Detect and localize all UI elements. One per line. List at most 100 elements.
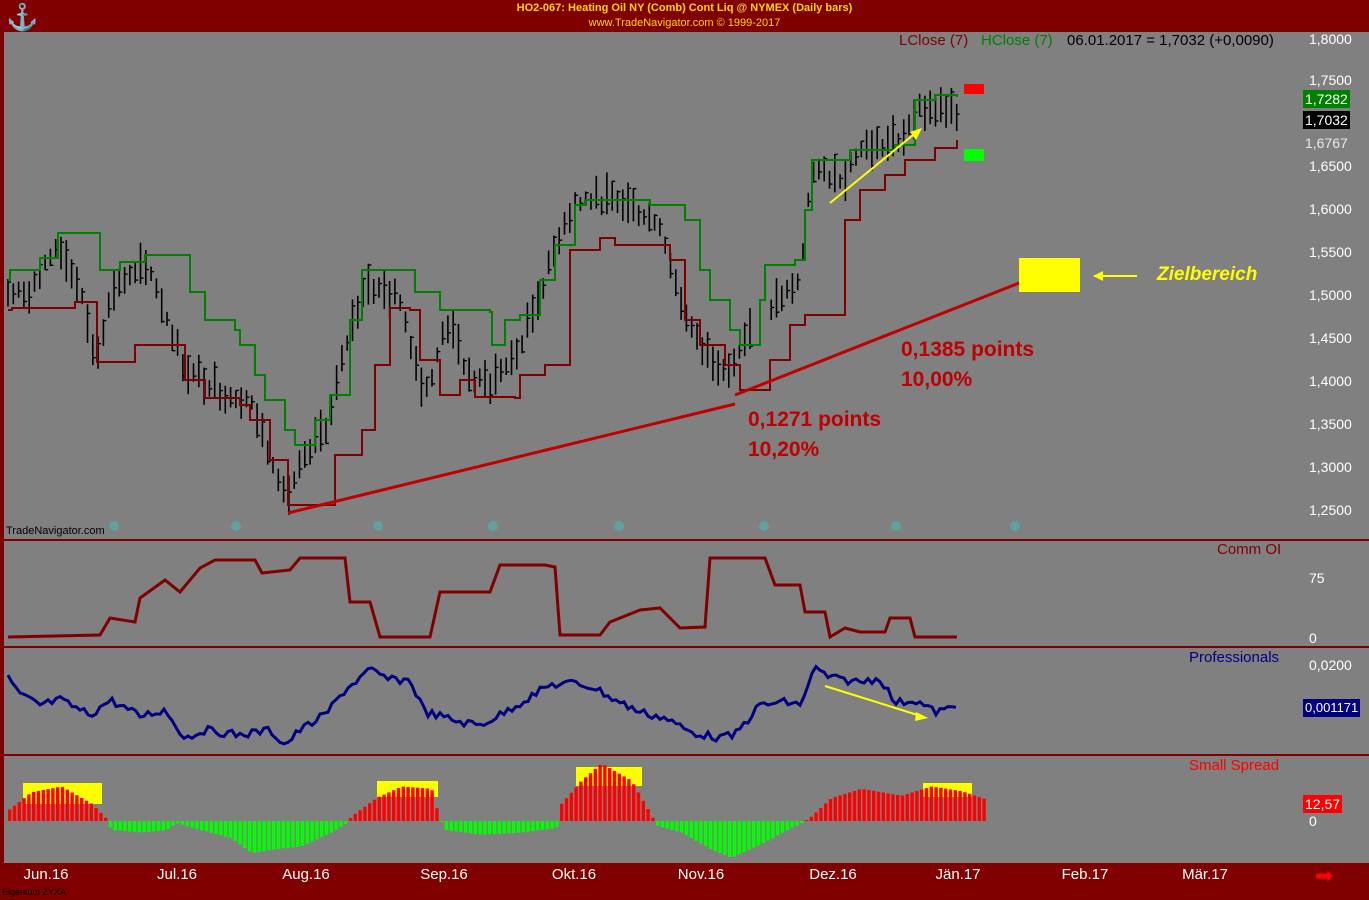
spread-bar bbox=[819, 807, 823, 821]
spread-bar bbox=[507, 821, 511, 834]
price-readout: 06.01.2017 = 1,7032 (+0,0090) bbox=[1067, 32, 1274, 49]
spread-bar bbox=[646, 809, 650, 821]
spread-bar bbox=[497, 821, 501, 834]
spread-bar bbox=[276, 821, 281, 849]
chart-window: ⚓ HO2-067: Heating Oil NY (Comb) Cont Li… bbox=[0, 0, 1369, 900]
spread-bar bbox=[526, 821, 530, 832]
spread-bar bbox=[300, 821, 305, 846]
spread-bar bbox=[195, 821, 199, 829]
spread-bar bbox=[348, 818, 353, 821]
spread-bar bbox=[968, 793, 972, 821]
spread-bar bbox=[872, 790, 876, 821]
spread-bar bbox=[704, 821, 708, 847]
spread-bar bbox=[785, 821, 789, 831]
spread-bar bbox=[670, 821, 674, 830]
prof-ytick: 0,0200 bbox=[1309, 657, 1352, 673]
ytick: 1,8000 bbox=[1309, 31, 1352, 47]
spread-bar bbox=[444, 821, 449, 830]
cycle-marker bbox=[373, 521, 383, 531]
spread-bar bbox=[752, 821, 756, 848]
spread-bar bbox=[281, 821, 285, 849]
spread-bar bbox=[372, 799, 377, 821]
lclose-value-box: 1,6767 bbox=[1303, 134, 1350, 152]
spread-bar bbox=[651, 817, 655, 821]
spread-bar bbox=[689, 821, 693, 838]
spread-bar bbox=[574, 787, 578, 821]
xtick: Sep.16 bbox=[420, 866, 468, 883]
spread-bar bbox=[137, 821, 141, 833]
spread-bar bbox=[238, 821, 242, 845]
cycle-marker bbox=[231, 521, 241, 531]
spread-bar bbox=[608, 768, 612, 821]
spread-bar bbox=[843, 794, 847, 821]
spread-bar bbox=[118, 821, 122, 831]
spread-bar bbox=[521, 821, 525, 833]
prof-label: Professionals bbox=[1189, 649, 1280, 666]
spread-bar bbox=[747, 821, 751, 850]
xtick: Jän.17 bbox=[935, 866, 981, 883]
spread-bar bbox=[944, 788, 948, 821]
spread-bar bbox=[790, 821, 794, 828]
spread-bar bbox=[464, 821, 468, 833]
spread-bar bbox=[694, 821, 698, 841]
spread-bar bbox=[603, 765, 607, 821]
ytick: 1,5000 bbox=[1309, 287, 1352, 303]
spread-bar bbox=[99, 812, 103, 821]
spread-bar bbox=[795, 821, 799, 826]
spread-bar bbox=[953, 790, 957, 821]
spread-bar bbox=[396, 788, 401, 821]
spread-bar bbox=[296, 821, 300, 847]
scroll-right-arrow-icon[interactable]: ➡ bbox=[1315, 865, 1333, 887]
spread-bar bbox=[939, 787, 943, 821]
spread-bar bbox=[257, 821, 261, 852]
spread-bar bbox=[368, 803, 372, 821]
spread-bar bbox=[598, 764, 602, 821]
spread-bar bbox=[910, 792, 914, 821]
spread-bar bbox=[334, 821, 338, 830]
spread-bar bbox=[70, 792, 74, 821]
spread-bar bbox=[728, 821, 732, 857]
annotation-pct-1: 10,20% bbox=[748, 438, 820, 461]
xtick: Aug.16 bbox=[282, 866, 330, 883]
spread-bar bbox=[814, 812, 818, 821]
spread-bar bbox=[12, 805, 17, 821]
ytick: 1,4000 bbox=[1309, 373, 1352, 389]
spread-bar bbox=[89, 803, 93, 821]
spread-bar bbox=[353, 813, 357, 821]
spread-bar bbox=[411, 787, 415, 821]
spread-bar bbox=[209, 821, 213, 833]
spread-bar bbox=[737, 821, 741, 855]
target-arrow-head bbox=[1093, 271, 1103, 281]
spread-bar bbox=[540, 821, 545, 830]
spread-bar bbox=[113, 821, 117, 831]
cycle-markers bbox=[109, 521, 1020, 531]
ytick: 1,2500 bbox=[1309, 502, 1352, 518]
spread-bar bbox=[488, 821, 492, 835]
spread-highlights bbox=[23, 767, 972, 804]
trendline-1 bbox=[287, 402, 736, 515]
spread-bar bbox=[958, 790, 962, 821]
xtick: Okt.16 bbox=[551, 866, 597, 883]
spread-bar bbox=[924, 788, 929, 821]
spread-bar bbox=[920, 789, 924, 821]
cycle-marker bbox=[891, 521, 901, 531]
spread-bar bbox=[204, 821, 209, 832]
spread-bar bbox=[867, 790, 871, 821]
spread-bar bbox=[32, 791, 36, 821]
prof-arrow-head bbox=[915, 712, 928, 721]
spread-bar bbox=[252, 821, 257, 853]
spread-bar bbox=[776, 821, 780, 836]
spread-bar bbox=[512, 821, 516, 833]
spread-bar bbox=[550, 821, 554, 829]
spread-bar bbox=[516, 821, 521, 833]
spread-bar bbox=[665, 821, 669, 829]
spread-bar bbox=[176, 821, 180, 824]
spread-bar bbox=[536, 821, 540, 831]
spread-bar bbox=[344, 821, 348, 824]
spread-bar bbox=[934, 787, 938, 821]
spread-bar bbox=[900, 795, 905, 821]
prof-value-box: 0,001171 bbox=[1303, 699, 1361, 717]
spread-bar bbox=[94, 808, 98, 821]
ytick: 1,5500 bbox=[1309, 244, 1352, 260]
spread-bar bbox=[435, 808, 439, 821]
